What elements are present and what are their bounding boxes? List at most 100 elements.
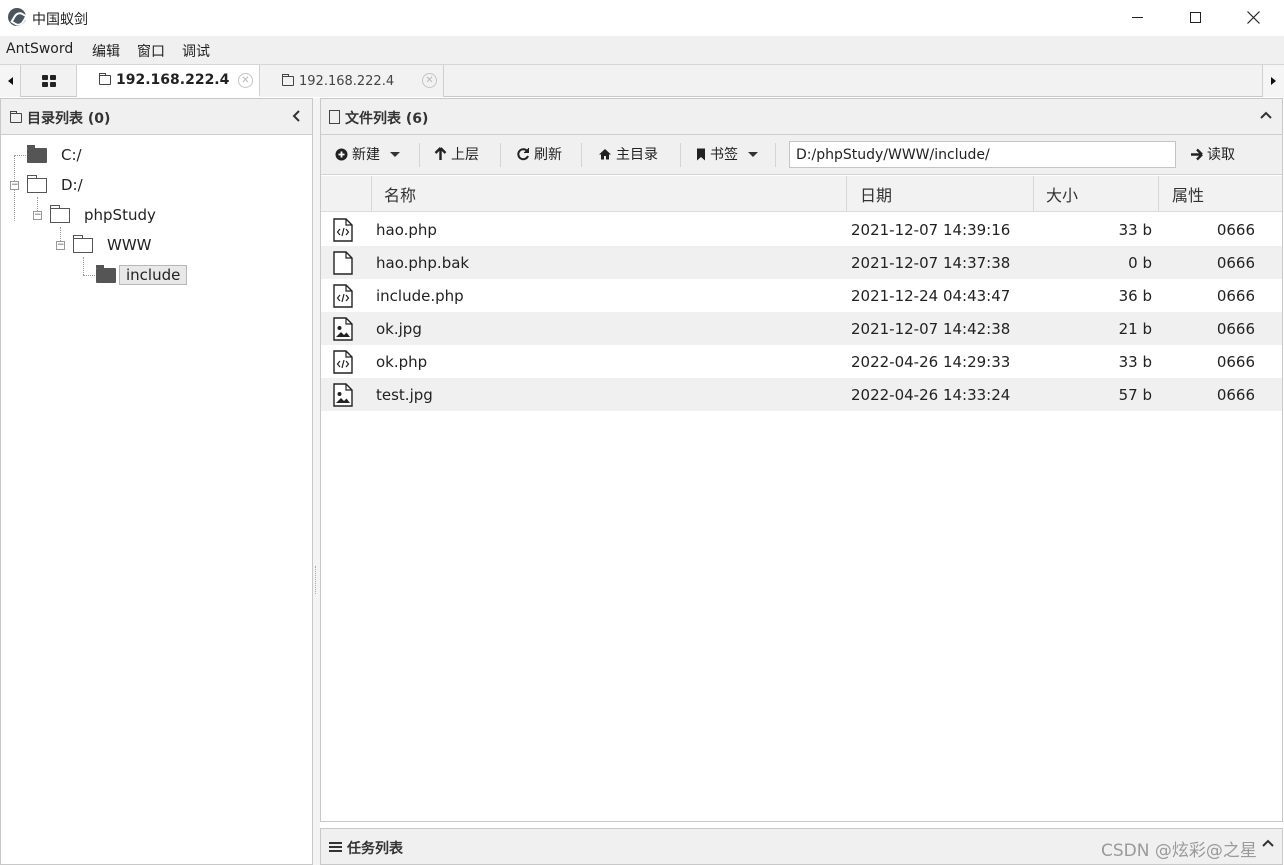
column-header-size[interactable]: 大小: [1033, 176, 1158, 212]
menu-window[interactable]: 窗口: [137, 41, 165, 61]
home-dir-label: 主目录: [616, 147, 658, 163]
file-size: 21 b: [1118, 319, 1152, 338]
grid-icon: [41, 75, 56, 87]
file-row[interactable]: hao.php.bak 2021-12-07 14:37:38 0 b 0666: [321, 246, 1282, 279]
file-name: hao.php.bak: [376, 253, 470, 272]
file-row[interactable]: ok.php 2022-04-26 14:29:33 33 b 0666: [321, 345, 1282, 378]
read-label: 读取: [1207, 147, 1235, 163]
file-icon: [329, 110, 340, 124]
directory-panel-title: 目录列表 (0): [27, 111, 111, 127]
collapse-toggle-icon[interactable]: −: [56, 241, 65, 250]
open-folder-icon: [72, 234, 93, 253]
tree-node-www[interactable]: WWW: [72, 233, 158, 257]
tree-node-label: C:/: [61, 146, 82, 164]
tab-label: 192.168.222.4: [116, 72, 230, 88]
file-size: 33 b: [1118, 220, 1152, 239]
file-name: include.php: [376, 286, 464, 305]
file-size: 57 b: [1118, 385, 1152, 404]
panel-splitter[interactable]: [313, 98, 320, 865]
path-input[interactable]: [789, 141, 1176, 168]
file-name: ok.php: [376, 352, 428, 371]
arrow-right-icon: [1271, 77, 1276, 85]
chevron-up-icon[interactable]: [1260, 111, 1272, 120]
php-file-icon: [333, 279, 359, 312]
menu-edit[interactable]: 编辑: [92, 41, 120, 61]
new-button[interactable]: 新建: [335, 135, 400, 173]
file-attr: 0666: [1216, 286, 1255, 305]
column-header-date[interactable]: 日期: [846, 176, 1033, 212]
up-level-button[interactable]: 上层: [434, 135, 479, 173]
file-row[interactable]: ok.jpg 2021-12-07 14:42:38 21 b 0666: [321, 312, 1282, 345]
file-panel-header: 文件列表 (6): [321, 99, 1282, 135]
bookmark-icon: [696, 148, 706, 161]
title-bar: 中国蚁剑: [0, 0, 1284, 36]
home-icon: [598, 148, 612, 160]
window-title: 中国蚁剑: [32, 12, 88, 28]
php-file-icon: [333, 345, 359, 378]
menu-bar: AntSword 编辑 窗口 调试: [0, 36, 1284, 64]
file-date: 2021-12-07 14:39:16: [851, 220, 1011, 239]
minimize-icon: [1131, 16, 1143, 18]
tree-node-include[interactable]: include: [96, 263, 188, 287]
task-panel: 任务列表 CSDN @炫彩@之星: [320, 828, 1283, 865]
directory-panel-header: 目录列表 (0): [1, 99, 312, 135]
tab-home[interactable]: [21, 65, 77, 97]
file-size: 0 b: [1128, 253, 1152, 272]
column-header-name[interactable]: 名称: [371, 176, 846, 212]
file-attr: 0666: [1216, 319, 1255, 338]
tab-scroll-right-button[interactable]: [1262, 65, 1284, 97]
chevron-up-icon[interactable]: [1262, 839, 1274, 848]
tab-close-icon[interactable]: ✕: [422, 73, 437, 88]
collapse-toggle-icon[interactable]: −: [33, 211, 42, 220]
tab-scroll-left-button[interactable]: [0, 65, 21, 97]
task-panel-title: 任务列表: [347, 841, 403, 857]
chevron-left-icon[interactable]: [292, 110, 302, 122]
arrow-left-icon: [7, 77, 13, 85]
menu-antsword[interactable]: AntSword: [6, 41, 73, 57]
tree-node-label: phpStudy: [84, 206, 156, 224]
home-dir-button[interactable]: 主目录: [598, 135, 658, 173]
folder-icon: [10, 111, 22, 123]
file-panel-title: 文件列表 (6): [345, 111, 429, 127]
chevron-down-icon: [748, 151, 758, 157]
tab-close-icon[interactable]: ✕: [238, 73, 253, 88]
arrow-right-icon: [1190, 148, 1203, 161]
collapse-toggle-icon[interactable]: −: [10, 181, 19, 190]
column-header-attr[interactable]: 属性: [1158, 176, 1282, 212]
bookmark-button[interactable]: 书签: [696, 135, 758, 173]
refresh-icon: [516, 147, 530, 161]
tree-node-c[interactable]: C:/: [27, 143, 88, 167]
directory-panel: 目录列表 (0) C:/ − D:/ − phpStudy − WWW incl…: [0, 98, 313, 865]
file-grid-header: 名称 日期 大小 属性: [321, 176, 1282, 212]
arrow-up-icon: [434, 147, 447, 161]
tab-bar: 192.168.222.4 ✕ 192.168.222.4 ✕: [0, 64, 1284, 97]
file-name: test.jpg: [376, 385, 433, 404]
menu-debug[interactable]: 调试: [182, 41, 210, 61]
plus-circle-icon: [335, 148, 348, 161]
tab-shell-2[interactable]: 192.168.222.4 ✕: [260, 65, 444, 97]
close-window-button[interactable]: [1224, 0, 1282, 34]
read-button[interactable]: 读取: [1190, 135, 1235, 173]
image-file-icon: [333, 378, 359, 411]
file-date: 2021-12-07 14:37:38: [851, 253, 1011, 272]
watermark: CSDN @炫彩@之星: [1101, 841, 1257, 861]
tree-node-phpstudy[interactable]: phpStudy: [49, 203, 162, 227]
file-date: 2022-04-26 14:33:24: [851, 385, 1011, 404]
file-row[interactable]: hao.php 2021-12-07 14:39:16 33 b 0666: [321, 213, 1282, 246]
tree-node-label: include: [119, 265, 188, 285]
open-folder-icon: [49, 204, 70, 223]
tab-shell-1[interactable]: 192.168.222.4 ✕: [77, 65, 260, 97]
open-folder-icon: [26, 174, 47, 193]
file-name: hao.php: [376, 220, 437, 239]
maximize-button[interactable]: [1166, 0, 1224, 34]
folder-icon: [27, 144, 47, 163]
refresh-button[interactable]: 刷新: [516, 135, 562, 173]
file-row[interactable]: include.php 2021-12-24 04:43:47 36 b 066…: [321, 279, 1282, 312]
file-row[interactable]: test.jpg 2022-04-26 14:33:24 57 b 0666: [321, 378, 1282, 411]
file-attr: 0666: [1216, 253, 1255, 272]
folder-icon: [282, 74, 294, 86]
tree-node-d[interactable]: D:/: [26, 173, 89, 197]
minimize-button[interactable]: [1108, 0, 1166, 34]
tree-node-label: D:/: [61, 176, 83, 194]
splitter-grip[interactable]: [315, 566, 317, 594]
